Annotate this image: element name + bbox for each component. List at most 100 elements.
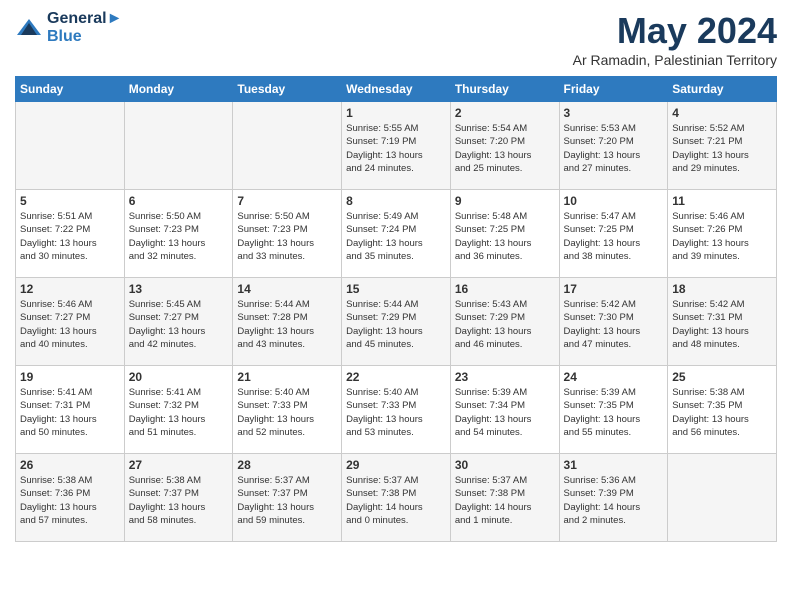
day-number: 22 <box>346 370 446 384</box>
day-number: 15 <box>346 282 446 296</box>
header-saturday: Saturday <box>668 77 777 102</box>
day-number: 19 <box>20 370 120 384</box>
calendar-cell: 30 Sunrise: 5:37 AM Sunset: 7:38 PM Dayli… <box>450 454 559 542</box>
calendar-cell: 29Sunrise: 5:37 AM Sunset: 7:38 PM Dayli… <box>342 454 451 542</box>
calendar-cell: 26 Sunrise: 5:38 AM Sunset: 7:36 PM Dayli… <box>16 454 125 542</box>
day-info: Sunrise: 5:48 AM Sunset: 7:25 PM Dayligh… <box>455 210 555 263</box>
calendar-week-3: 12Sunrise: 5:46 AM Sunset: 7:27 PM Dayli… <box>16 278 777 366</box>
calendar-cell: 20Sunrise: 5:41 AM Sunset: 7:32 PM Dayli… <box>124 366 233 454</box>
title-block: May 2024 Ar Ramadin, Palestinian Territo… <box>573 10 777 68</box>
header-row: SundayMondayTuesdayWednesdayThursdayFrid… <box>16 77 777 102</box>
calendar-cell: 9Sunrise: 5:48 AM Sunset: 7:25 PM Daylig… <box>450 190 559 278</box>
calendar-cell <box>233 102 342 190</box>
day-info: Sunrise: 5:41 AM Sunset: 7:31 PM Dayligh… <box>20 386 120 439</box>
day-info: Sunrise: 5:40 AM Sunset: 7:33 PM Dayligh… <box>237 386 337 439</box>
day-info: Sunrise: 5:46 AM Sunset: 7:27 PM Dayligh… <box>20 298 120 351</box>
day-number: 8 <box>346 194 446 208</box>
day-info: Sunrise: 5:38 AM Sunset: 7:35 PM Dayligh… <box>672 386 772 439</box>
day-number: 29 <box>346 458 446 472</box>
day-number: 6 <box>129 194 229 208</box>
day-number: 24 <box>564 370 664 384</box>
calendar-cell: 22 Sunrise: 5:40 AM Sunset: 7:33 PM Dayli… <box>342 366 451 454</box>
day-number: 13 <box>129 282 229 296</box>
day-info: Sunrise: 5:54 AM Sunset: 7:20 PM Dayligh… <box>455 122 555 175</box>
calendar-week-5: 26 Sunrise: 5:38 AM Sunset: 7:36 PM Dayli… <box>16 454 777 542</box>
day-number: 10 <box>564 194 664 208</box>
day-info: Sunrise: 5:37 AM Sunset: 7:38 PM Dayligh… <box>455 474 555 527</box>
day-number: 11 <box>672 194 772 208</box>
calendar-cell: 27 Sunrise: 5:38 AM Sunset: 7:37 PM Dayli… <box>124 454 233 542</box>
day-number: 27 <box>129 458 229 472</box>
day-info: Sunrise: 5:39 AM Sunset: 7:35 PM Dayligh… <box>564 386 664 439</box>
calendar-week-4: 19 Sunrise: 5:41 AM Sunset: 7:31 PM Dayli… <box>16 366 777 454</box>
calendar-cell: 23Sunrise: 5:39 AM Sunset: 7:34 PM Dayli… <box>450 366 559 454</box>
day-info: Sunrise: 5:40 AM Sunset: 7:33 PM Dayligh… <box>346 386 446 439</box>
day-info: Sunrise: 5:50 AM Sunset: 7:23 PM Dayligh… <box>237 210 337 263</box>
calendar-cell: 1Sunrise: 5:55 AM Sunset: 7:19 PM Daylig… <box>342 102 451 190</box>
calendar-cell: 7Sunrise: 5:50 AM Sunset: 7:23 PM Daylig… <box>233 190 342 278</box>
day-number: 4 <box>672 106 772 120</box>
header-sunday: Sunday <box>16 77 125 102</box>
day-info: Sunrise: 5:43 AM Sunset: 7:29 PM Dayligh… <box>455 298 555 351</box>
day-info: Sunrise: 5:42 AM Sunset: 7:31 PM Dayligh… <box>672 298 772 351</box>
day-number: 3 <box>564 106 664 120</box>
day-number: 20 <box>129 370 229 384</box>
calendar-cell: 25 Sunrise: 5:38 AM Sunset: 7:35 PM Dayli… <box>668 366 777 454</box>
day-info: Sunrise: 5:37 AM Sunset: 7:37 PM Dayligh… <box>237 474 337 527</box>
header-monday: Monday <box>124 77 233 102</box>
day-number: 23 <box>455 370 555 384</box>
calendar-cell: 28 Sunrise: 5:37 AM Sunset: 7:37 PM Dayli… <box>233 454 342 542</box>
day-number: 30 <box>455 458 555 472</box>
month-title: May 2024 <box>573 10 777 52</box>
calendar-cell: 4Sunrise: 5:52 AM Sunset: 7:21 PM Daylig… <box>668 102 777 190</box>
calendar-cell <box>668 454 777 542</box>
header-wednesday: Wednesday <box>342 77 451 102</box>
day-info: Sunrise: 5:50 AM Sunset: 7:23 PM Dayligh… <box>129 210 229 263</box>
day-number: 2 <box>455 106 555 120</box>
calendar-cell: 19 Sunrise: 5:41 AM Sunset: 7:31 PM Dayli… <box>16 366 125 454</box>
day-info: Sunrise: 5:47 AM Sunset: 7:25 PM Dayligh… <box>564 210 664 263</box>
calendar-cell: 2 Sunrise: 5:54 AM Sunset: 7:20 PM Daylig… <box>450 102 559 190</box>
logo-text: General► Blue <box>47 10 122 46</box>
calendar-cell: 10 Sunrise: 5:47 AM Sunset: 7:25 PM Dayli… <box>559 190 668 278</box>
day-number: 1 <box>346 106 446 120</box>
day-info: Sunrise: 5:36 AM Sunset: 7:39 PM Dayligh… <box>564 474 664 527</box>
calendar-cell: 16Sunrise: 5:43 AM Sunset: 7:29 PM Dayli… <box>450 278 559 366</box>
day-info: Sunrise: 5:49 AM Sunset: 7:24 PM Dayligh… <box>346 210 446 263</box>
day-number: 18 <box>672 282 772 296</box>
day-number: 25 <box>672 370 772 384</box>
calendar-cell: 24 Sunrise: 5:39 AM Sunset: 7:35 PM Dayli… <box>559 366 668 454</box>
calendar-week-2: 5 Sunrise: 5:51 AM Sunset: 7:22 PM Daylig… <box>16 190 777 278</box>
day-number: 21 <box>237 370 337 384</box>
header-friday: Friday <box>559 77 668 102</box>
logo-icon <box>15 17 43 39</box>
calendar-cell: 6 Sunrise: 5:50 AM Sunset: 7:23 PM Daylig… <box>124 190 233 278</box>
day-info: Sunrise: 5:51 AM Sunset: 7:22 PM Dayligh… <box>20 210 120 263</box>
calendar-cell: 12Sunrise: 5:46 AM Sunset: 7:27 PM Dayli… <box>16 278 125 366</box>
calendar-cell: 3 Sunrise: 5:53 AM Sunset: 7:20 PM Daylig… <box>559 102 668 190</box>
calendar-cell: 21 Sunrise: 5:40 AM Sunset: 7:33 PM Dayli… <box>233 366 342 454</box>
calendar-table: SundayMondayTuesdayWednesdayThursdayFrid… <box>15 76 777 542</box>
calendar-cell: 15Sunrise: 5:44 AM Sunset: 7:29 PM Dayli… <box>342 278 451 366</box>
calendar-cell: 31 Sunrise: 5:36 AM Sunset: 7:39 PM Dayli… <box>559 454 668 542</box>
page-header: General► Blue May 2024 Ar Ramadin, Pales… <box>15 10 777 68</box>
day-info: Sunrise: 5:45 AM Sunset: 7:27 PM Dayligh… <box>129 298 229 351</box>
day-info: Sunrise: 5:53 AM Sunset: 7:20 PM Dayligh… <box>564 122 664 175</box>
calendar-cell <box>124 102 233 190</box>
calendar-cell <box>16 102 125 190</box>
day-number: 28 <box>237 458 337 472</box>
day-info: Sunrise: 5:38 AM Sunset: 7:37 PM Dayligh… <box>129 474 229 527</box>
day-number: 17 <box>564 282 664 296</box>
calendar-cell: 17 Sunrise: 5:42 AM Sunset: 7:30 PM Dayli… <box>559 278 668 366</box>
day-number: 26 <box>20 458 120 472</box>
calendar-cell: 18 Sunrise: 5:42 AM Sunset: 7:31 PM Dayli… <box>668 278 777 366</box>
day-info: Sunrise: 5:42 AM Sunset: 7:30 PM Dayligh… <box>564 298 664 351</box>
header-thursday: Thursday <box>450 77 559 102</box>
day-info: Sunrise: 5:44 AM Sunset: 7:28 PM Dayligh… <box>237 298 337 351</box>
calendar-cell: 11Sunrise: 5:46 AM Sunset: 7:26 PM Dayli… <box>668 190 777 278</box>
calendar-week-1: 1Sunrise: 5:55 AM Sunset: 7:19 PM Daylig… <box>16 102 777 190</box>
day-number: 31 <box>564 458 664 472</box>
day-number: 5 <box>20 194 120 208</box>
calendar-cell: 5 Sunrise: 5:51 AM Sunset: 7:22 PM Daylig… <box>16 190 125 278</box>
day-info: Sunrise: 5:38 AM Sunset: 7:36 PM Dayligh… <box>20 474 120 527</box>
